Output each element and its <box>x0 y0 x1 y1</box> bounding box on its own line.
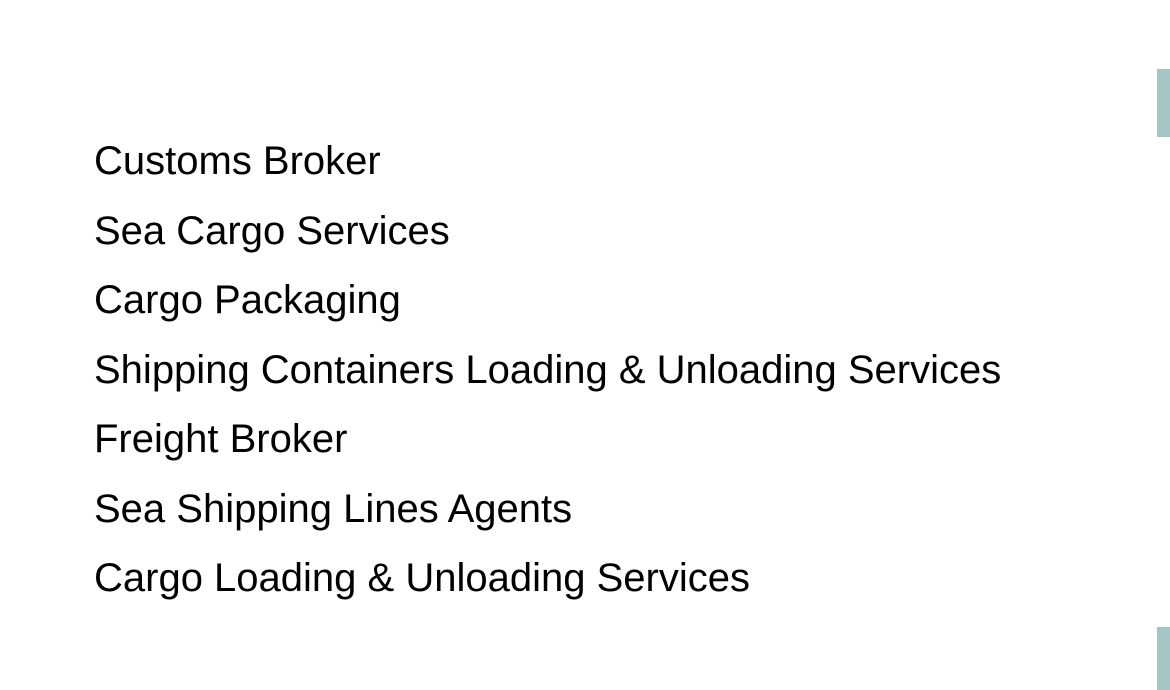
edge-accent-top <box>1157 69 1170 137</box>
service-item-customs-broker: Customs Broker <box>94 139 381 183</box>
edge-accent-bottom <box>1157 627 1170 690</box>
service-item-sea-shipping-lines-agents: Sea Shipping Lines Agents <box>94 486 573 531</box>
service-item-freight-broker: Freight Broker <box>94 417 348 461</box>
service-item-shipping-containers: Shipping Containers Loading & Unloading … <box>94 347 1002 392</box>
service-item-sea-cargo-services: Sea Cargo Services <box>94 208 450 253</box>
page: Customs Broker Sea Cargo Services Cargo … <box>0 0 1170 690</box>
service-item-cargo-packaging: Cargo Packaging <box>94 278 401 322</box>
service-item-cargo-loading-unloading: Cargo Loading & Unloading Services <box>94 556 750 600</box>
service-list: Customs Broker Sea Cargo Services Cargo … <box>94 127 1001 614</box>
